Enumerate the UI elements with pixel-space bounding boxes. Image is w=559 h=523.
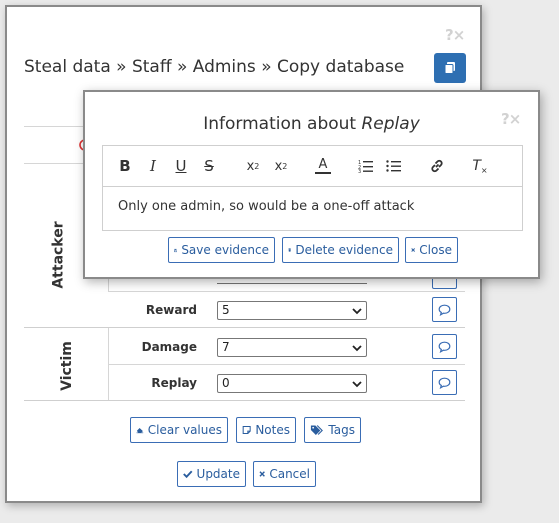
close-icon	[259, 471, 265, 477]
select-edge	[217, 283, 367, 284]
group-label-victim: Victim	[58, 341, 75, 391]
copy-icon	[444, 62, 455, 74]
dialog-title: Information about Replay	[85, 114, 538, 134]
dialog-title-item: Replay	[361, 114, 420, 134]
divider	[108, 291, 465, 292]
row-label-replay: Replay	[151, 376, 197, 390]
close-button[interactable]: Close	[405, 237, 458, 263]
italic-icon[interactable]: I	[145, 156, 161, 176]
group-label-attacker: Attacker	[50, 221, 67, 289]
link-icon[interactable]	[428, 156, 446, 176]
comment-button-reward[interactable]	[432, 297, 457, 322]
clear-values-button[interactable]: Clear values	[130, 417, 228, 443]
comment-button-damage[interactable]	[432, 334, 457, 359]
divider	[24, 400, 465, 401]
tags-button[interactable]: Tags	[304, 417, 361, 443]
evidence-dialog: ?× Information about Replay B I U S x2 x…	[83, 90, 540, 279]
help-close-icon[interactable]: ?×	[445, 26, 465, 44]
delete-evidence-button[interactable]: Delete evidence	[282, 237, 399, 263]
svg-text:3: 3	[358, 169, 361, 173]
rich-text-editor[interactable]: B I U S x2 x2 A 123 T × Only one admin, s…	[102, 145, 523, 231]
reward-select-value: 5	[222, 303, 230, 317]
clear-values-label: Clear values	[147, 423, 222, 437]
divider	[24, 327, 465, 328]
replay-select-value: 0	[222, 376, 230, 390]
damage-select[interactable]: 7	[217, 338, 367, 357]
comment-icon	[438, 377, 451, 389]
update-button[interactable]: Update	[177, 461, 246, 487]
row-label-damage: Damage	[141, 340, 197, 354]
row-label-reward: Reward	[145, 303, 197, 317]
clear-format-icon[interactable]: T ×	[471, 156, 489, 176]
strikethrough-icon[interactable]: S	[201, 156, 217, 176]
ordered-list-icon[interactable]: 123	[357, 156, 375, 176]
save-evidence-label: Save evidence	[181, 243, 269, 257]
bullet-list-icon[interactable]	[385, 156, 403, 176]
save-icon	[174, 248, 178, 252]
notes-label: Notes	[255, 423, 290, 437]
update-label: Update	[196, 467, 240, 481]
damage-select-value: 7	[222, 340, 230, 354]
eraser-icon	[136, 428, 144, 434]
editor-content[interactable]: Only one admin, so would be a one-off at…	[118, 199, 414, 214]
sticky-note-icon	[242, 425, 251, 435]
editor-toolbar: B I U S x2 x2 A 123 T ×	[103, 146, 522, 187]
underline-icon[interactable]: U	[173, 156, 189, 176]
cancel-button[interactable]: Cancel	[253, 461, 316, 487]
chevron-down-icon	[352, 345, 362, 352]
comment-icon	[438, 304, 451, 316]
text-color-icon[interactable]: A	[315, 156, 331, 174]
divider	[24, 163, 84, 164]
page-title: Steal data » Staff » Admins » Copy datab…	[24, 57, 405, 77]
divider	[108, 364, 465, 365]
bold-icon[interactable]: B	[117, 156, 133, 176]
trash-icon	[288, 248, 292, 252]
notes-button[interactable]: Notes	[236, 417, 296, 443]
chevron-down-icon	[352, 308, 362, 315]
close-label: Close	[419, 243, 452, 257]
reward-select[interactable]: 5	[217, 301, 367, 320]
superscript-icon[interactable]: x2	[271, 156, 291, 176]
check-icon	[183, 470, 193, 479]
cancel-label: Cancel	[269, 467, 310, 481]
close-icon	[411, 248, 415, 252]
subscript-icon[interactable]: x2	[243, 156, 263, 176]
comment-button-replay[interactable]	[432, 370, 457, 395]
tags-label: Tags	[328, 423, 355, 437]
copy-button[interactable]	[434, 53, 466, 83]
chevron-down-icon	[352, 381, 362, 388]
dialog-title-prefix: Information about	[203, 114, 357, 134]
tags-icon	[310, 425, 323, 435]
save-evidence-button[interactable]: Save evidence	[168, 237, 275, 263]
delete-evidence-label: Delete evidence	[295, 243, 393, 257]
comment-icon	[438, 341, 451, 353]
replay-select[interactable]: 0	[217, 374, 367, 393]
